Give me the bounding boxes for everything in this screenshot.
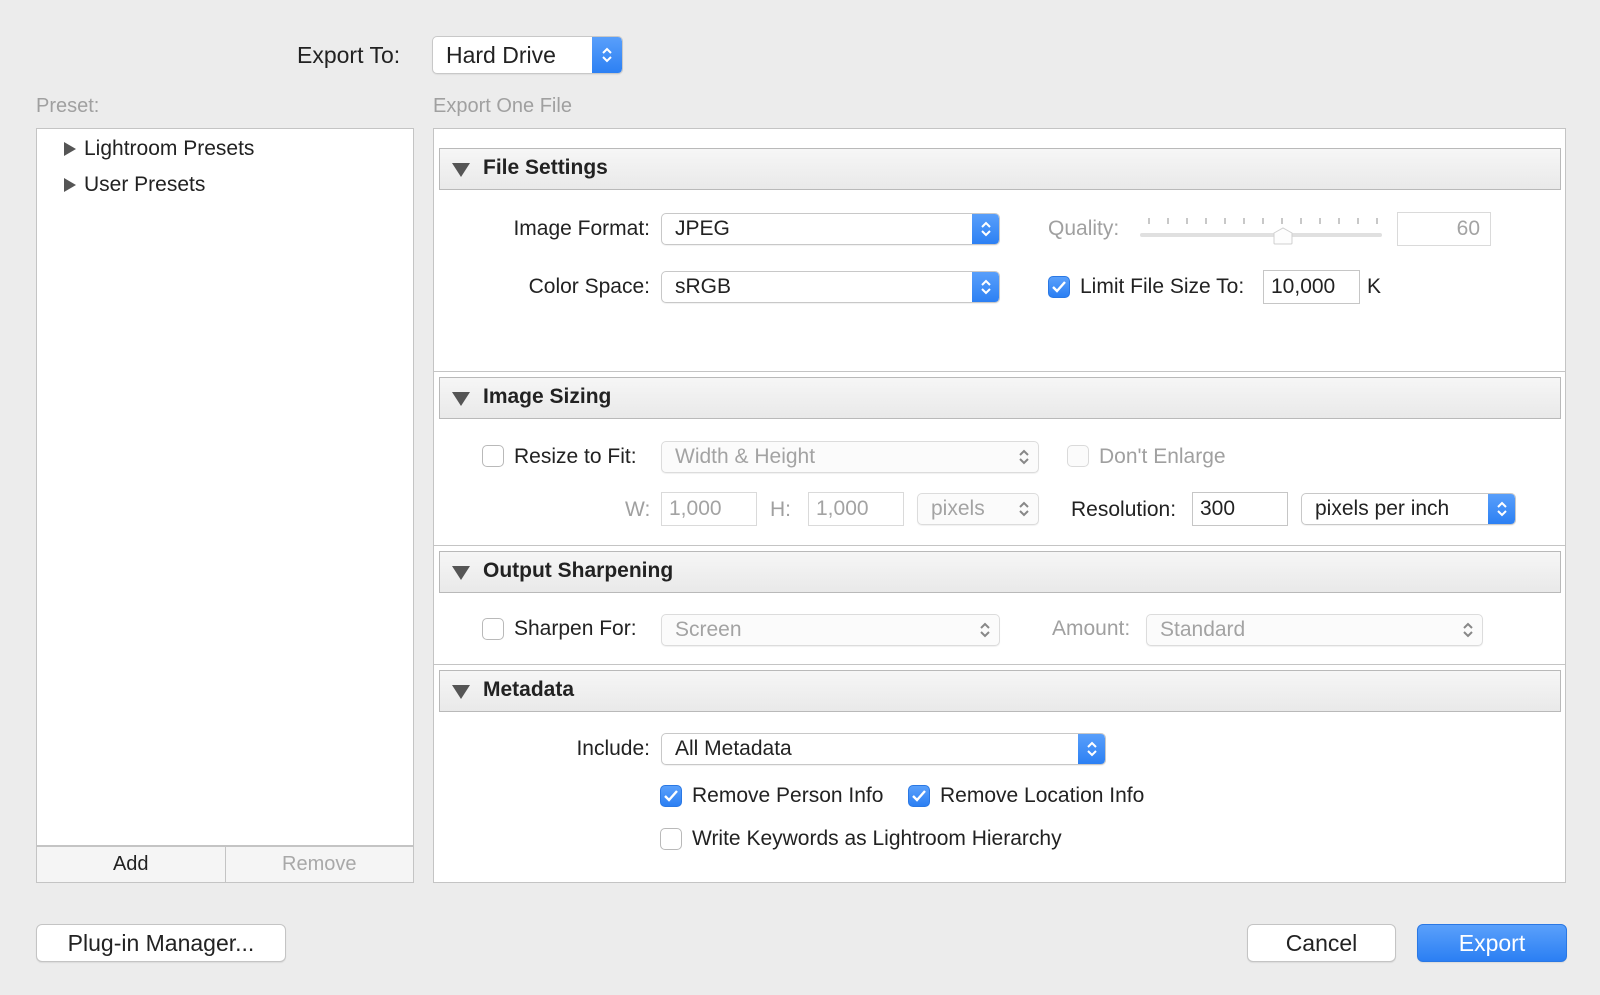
width-field[interactable]: 1,000 bbox=[661, 492, 757, 526]
dont-enlarge-label: Don't Enlarge bbox=[1099, 445, 1226, 468]
resize-to-fit-label: Resize to Fit: bbox=[514, 445, 637, 468]
include-label: Include: bbox=[576, 737, 650, 760]
remove-preset-button[interactable]: Remove bbox=[226, 847, 414, 882]
limit-file-size-label: Limit File Size To: bbox=[1080, 275, 1245, 298]
amount-label: Amount: bbox=[1052, 617, 1131, 640]
metadata-header[interactable]: Metadata bbox=[439, 670, 1561, 712]
chevron-updown-icon bbox=[592, 37, 622, 73]
section-divider bbox=[433, 545, 1566, 546]
checkmark-icon bbox=[664, 790, 678, 802]
preset-button-bar: Add Remove bbox=[36, 846, 414, 883]
amount-select[interactable]: Standard bbox=[1146, 614, 1483, 646]
remove-location-info-label: Remove Location Info bbox=[940, 784, 1145, 807]
size-units-select[interactable]: pixels bbox=[917, 493, 1039, 525]
preset-item-label: Lightroom Presets bbox=[84, 137, 255, 160]
dont-enlarge-checkbox[interactable] bbox=[1067, 445, 1089, 467]
image-format-select[interactable]: JPEG bbox=[661, 213, 1000, 245]
export-to-label: Export To: bbox=[297, 42, 401, 68]
disclosure-triangle-down-icon[interactable] bbox=[451, 162, 471, 178]
limit-file-size-field[interactable]: 10,000 bbox=[1263, 270, 1360, 304]
preset-label: Preset: bbox=[36, 95, 100, 117]
chevron-updown-icon bbox=[1078, 734, 1105, 764]
amount-value: Standard bbox=[1160, 618, 1246, 641]
export-button[interactable]: Export bbox=[1417, 924, 1567, 962]
color-space-select[interactable]: sRGB bbox=[661, 271, 1000, 303]
file-settings-header[interactable]: File Settings bbox=[439, 148, 1561, 190]
sharpen-for-label: Sharpen For: bbox=[514, 617, 637, 640]
disclosure-triangle-down-icon[interactable] bbox=[451, 684, 471, 700]
quality-slider-knob[interactable] bbox=[1273, 227, 1293, 245]
resize-to-fit-checkbox[interactable] bbox=[482, 445, 504, 467]
sharpen-for-select[interactable]: Screen bbox=[661, 614, 1000, 646]
image-format-value: JPEG bbox=[675, 217, 730, 240]
chevron-updown-icon bbox=[972, 214, 999, 244]
include-metadata-select[interactable]: All Metadata bbox=[661, 733, 1106, 765]
resize-mode-select[interactable]: Width & Height bbox=[661, 441, 1039, 473]
add-preset-button[interactable]: Add bbox=[37, 847, 226, 882]
disclosure-triangle-down-icon[interactable] bbox=[451, 565, 471, 581]
section-divider bbox=[433, 664, 1566, 665]
chevron-updown-icon bbox=[1458, 615, 1478, 645]
resolution-field[interactable]: 300 bbox=[1192, 492, 1288, 526]
include-metadata-value: All Metadata bbox=[675, 737, 792, 760]
preset-item-user[interactable]: User Presets bbox=[63, 173, 205, 197]
disclosure-triangle-icon[interactable] bbox=[63, 141, 77, 157]
image-format-label: Image Format: bbox=[513, 217, 650, 240]
limit-file-size-unit: K bbox=[1367, 275, 1382, 298]
color-space-value: sRGB bbox=[675, 275, 732, 298]
chevron-updown-icon bbox=[1014, 442, 1034, 472]
export-to-value: Hard Drive bbox=[446, 42, 556, 68]
resolution-units-value: pixels per inch bbox=[1315, 497, 1450, 520]
cancel-button[interactable]: Cancel bbox=[1247, 924, 1396, 962]
height-label: H: bbox=[770, 498, 791, 521]
quality-slider[interactable] bbox=[1138, 212, 1384, 246]
plugin-manager-button[interactable]: Plug-in Manager... bbox=[36, 924, 286, 962]
section-title: Metadata bbox=[483, 678, 575, 701]
chevron-updown-icon bbox=[1488, 494, 1515, 524]
write-keywords-checkbox[interactable] bbox=[660, 828, 682, 850]
remove-person-info-label: Remove Person Info bbox=[692, 784, 884, 807]
section-title: Image Sizing bbox=[483, 385, 612, 408]
sharpen-for-checkbox[interactable] bbox=[482, 618, 504, 640]
remove-location-info-checkbox[interactable] bbox=[908, 785, 930, 807]
remove-person-info-checkbox[interactable] bbox=[660, 785, 682, 807]
sharpen-for-value: Screen bbox=[675, 618, 742, 641]
resolution-units-select[interactable]: pixels per inch bbox=[1301, 493, 1516, 525]
size-units-value: pixels bbox=[931, 497, 985, 520]
limit-file-size-checkbox[interactable] bbox=[1048, 276, 1070, 298]
section-divider bbox=[433, 371, 1566, 372]
write-keywords-label: Write Keywords as Lightroom Hierarchy bbox=[692, 827, 1062, 850]
export-summary: Export One File bbox=[433, 95, 572, 117]
height-field[interactable]: 1,000 bbox=[808, 492, 904, 526]
preset-item-lightroom[interactable]: Lightroom Presets bbox=[63, 137, 254, 161]
disclosure-triangle-down-icon[interactable] bbox=[451, 391, 471, 407]
resolution-label: Resolution: bbox=[1071, 498, 1177, 521]
quality-label: Quality: bbox=[1048, 217, 1120, 240]
preset-list[interactable]: Lightroom Presets User Presets bbox=[36, 128, 414, 846]
quality-field[interactable]: 60 bbox=[1397, 212, 1491, 246]
chevron-updown-icon bbox=[975, 615, 995, 645]
resize-mode-value: Width & Height bbox=[675, 445, 816, 468]
slider-ticks-icon bbox=[1140, 218, 1382, 237]
width-label: W: bbox=[625, 498, 651, 521]
chevron-updown-icon bbox=[1014, 494, 1034, 524]
checkmark-icon bbox=[912, 790, 926, 802]
section-title: File Settings bbox=[483, 156, 608, 179]
output-sharpening-header[interactable]: Output Sharpening bbox=[439, 551, 1561, 593]
disclosure-triangle-icon[interactable] bbox=[63, 177, 77, 193]
preset-item-label: User Presets bbox=[84, 173, 206, 196]
color-space-label: Color Space: bbox=[528, 275, 650, 298]
chevron-updown-icon bbox=[972, 272, 999, 302]
section-title: Output Sharpening bbox=[483, 559, 674, 582]
checkmark-icon bbox=[1052, 281, 1066, 293]
image-sizing-header[interactable]: Image Sizing bbox=[439, 377, 1561, 419]
export-to-select[interactable]: Hard Drive bbox=[432, 36, 623, 74]
